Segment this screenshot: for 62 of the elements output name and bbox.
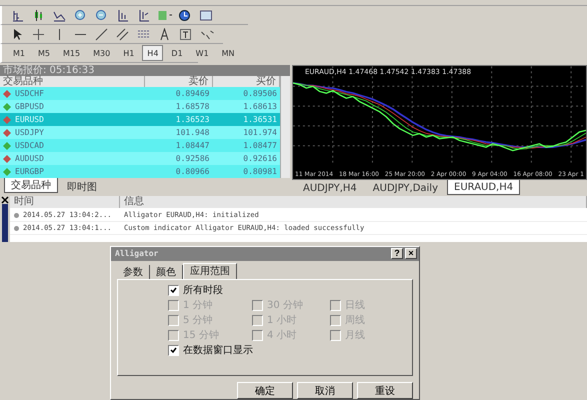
timeframe-button[interactable]: H4 xyxy=(142,45,164,61)
chart-tab[interactable]: AUDJPY,H4 xyxy=(296,182,364,195)
bid-cell: 1.68578 xyxy=(145,100,212,113)
ask-cell: 0.89506 xyxy=(212,87,280,100)
checkbox-label[interactable]: 所有时段 xyxy=(168,284,412,297)
dialog-title: Alligator xyxy=(115,249,160,258)
symbol-cell[interactable]: USDJPY xyxy=(0,126,145,139)
panel-tab[interactable]: 即时图 xyxy=(60,180,104,193)
symbol-text: EURGBP xyxy=(15,166,44,178)
ask-cell: 101.974 xyxy=(212,126,280,139)
bid-cell: 101.948 xyxy=(145,126,212,139)
dot-icon xyxy=(14,226,19,230)
timeframe-button[interactable]: M15 xyxy=(58,45,86,61)
column-header[interactable]: 信息 xyxy=(120,196,587,208)
close-button[interactable]: × xyxy=(405,248,417,260)
dialog-button[interactable]: 取消 xyxy=(297,382,353,399)
symbol-cell[interactable]: AUDUSD xyxy=(0,152,145,165)
scrollbar[interactable] xyxy=(280,76,290,178)
symbol-text: EURUSD xyxy=(15,114,44,126)
chart-tab[interactable]: EURAUD,H4 xyxy=(447,180,520,195)
panel-title: 市场报价: 05:16:33 xyxy=(0,65,290,76)
symbol-cell[interactable]: USDCHF xyxy=(0,87,145,100)
timeframe-button[interactable]: D1 xyxy=(166,45,188,61)
column-header[interactable]: 买价 xyxy=(212,76,280,87)
dialog-button[interactable]: 确定 xyxy=(237,382,293,399)
timeframe-button[interactable]: H1 xyxy=(118,45,140,61)
checkbox[interactable] xyxy=(168,284,179,296)
symbol-text: USDJPY xyxy=(15,127,44,139)
bid-cell: 0.89469 xyxy=(145,87,212,100)
help-button[interactable]: ? xyxy=(391,248,403,260)
bid-cell: 0.80966 xyxy=(145,165,212,178)
symbol-text: USDCHF xyxy=(15,88,44,100)
checkbox-label[interactable]: 在数据窗口显示 xyxy=(168,344,412,357)
ask-cell: 0.92616 xyxy=(212,152,280,165)
ask-cell: 1.68613 xyxy=(212,100,280,113)
symbol-cell[interactable]: GBPUSD xyxy=(0,100,145,113)
panel-tab[interactable]: 交易品种 xyxy=(4,178,58,193)
symbol-cell[interactable]: EURGBP xyxy=(0,165,145,178)
bid-cell: 1.08447 xyxy=(145,139,212,152)
ask-cell: 1.08477 xyxy=(212,139,280,152)
timeframe-button[interactable]: M1 xyxy=(8,45,30,61)
column-header[interactable]: 卖价 xyxy=(145,76,212,87)
bid-cell: 1.36523 xyxy=(145,113,212,126)
column-header[interactable]: 交易品种 xyxy=(0,76,145,87)
timeframe-button[interactable]: MN xyxy=(216,45,240,61)
symbol-text: GBPUSD xyxy=(15,101,44,113)
column-header[interactable]: 时间 xyxy=(10,196,120,208)
timeframe-button[interactable]: W1 xyxy=(190,45,214,61)
timeframe-button[interactable]: M5 xyxy=(33,45,55,61)
bid-cell: 0.92586 xyxy=(145,152,212,165)
checkbox[interactable] xyxy=(168,344,179,356)
dialog-button[interactable]: 重设 xyxy=(357,382,413,399)
close-icon[interactable] xyxy=(1,196,9,204)
dialog-tab[interactable]: 应用范围 xyxy=(183,262,237,279)
dot-icon xyxy=(14,212,19,218)
timeframe-button[interactable]: M30 xyxy=(88,45,116,61)
ask-cell: 0.80981 xyxy=(212,165,280,178)
ask-cell: 1.36531 xyxy=(212,113,280,126)
symbol-text: USDCAD xyxy=(15,140,44,152)
symbol-text: AUDUSD xyxy=(15,153,44,165)
symbol-cell[interactable]: USDCAD xyxy=(0,139,145,152)
chart-tab[interactable]: AUDJPY,Daily xyxy=(366,182,446,195)
